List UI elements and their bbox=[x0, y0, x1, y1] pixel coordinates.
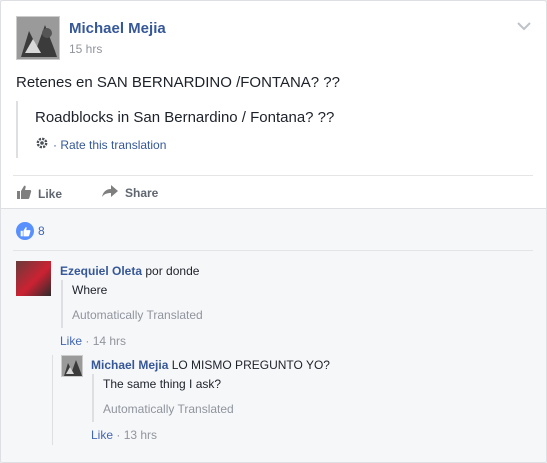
post-actions: Like Share bbox=[13, 175, 533, 208]
reply-avatar[interactable] bbox=[61, 355, 83, 377]
reply-time[interactable]: · 13 hrs bbox=[116, 428, 157, 442]
comment-author[interactable]: Ezequiel Oleta bbox=[60, 264, 142, 278]
like-label: Like bbox=[38, 186, 63, 201]
divider bbox=[13, 250, 533, 251]
comment-meta: Like · 14 hrs bbox=[60, 334, 126, 348]
share-label: Share bbox=[125, 185, 159, 200]
like-button[interactable]: Like bbox=[16, 184, 62, 203]
author-name[interactable]: Michael Mejia bbox=[69, 20, 166, 37]
gear-icon bbox=[35, 136, 49, 153]
reply-like-link[interactable]: Like bbox=[91, 428, 113, 442]
comment-header: Ezequiel Oleta por donde bbox=[60, 264, 199, 278]
translation-block: Roadblocks in San Bernardino / Fontana? … bbox=[16, 101, 516, 158]
reply-author[interactable]: Michael Mejia bbox=[91, 358, 168, 372]
commenter-avatar[interactable] bbox=[16, 261, 51, 296]
comment-like-link[interactable]: Like bbox=[60, 334, 82, 348]
comment-translation-block: Where Automatically Translated bbox=[61, 280, 221, 328]
reaction-summary[interactable]: 8 bbox=[16, 222, 45, 240]
translated-text: Roadblocks in San Bernardino / Fontana? … bbox=[35, 109, 335, 126]
rate-translation-label: · Rate this translation bbox=[53, 137, 167, 152]
share-button[interactable]: Share bbox=[101, 184, 158, 201]
comment-text: por donde bbox=[145, 264, 200, 278]
comments-area: 8 Ezequiel Oleta por donde Where Automat… bbox=[1, 208, 546, 462]
reply-meta: Like · 13 hrs bbox=[91, 428, 157, 442]
share-arrow-icon bbox=[101, 184, 119, 201]
post-card: Michael Mejia 15 hrs Retenes en SAN BERN… bbox=[0, 0, 547, 463]
reaction-count: 8 bbox=[38, 224, 45, 238]
auto-translated-label: Automatically Translated bbox=[72, 308, 203, 322]
reply-translation-block: The same thing I ask? Automatically Tran… bbox=[92, 374, 272, 422]
reply-text: LO MISMO PREGUNTO YO? bbox=[171, 358, 330, 372]
comment-translation: Where bbox=[72, 283, 108, 297]
reply-auto-translated-label: Automatically Translated bbox=[103, 402, 234, 416]
post-text: Retenes en SAN BERNARDINO /FONTANA? ?? bbox=[16, 74, 340, 91]
like-reaction-icon bbox=[16, 222, 34, 240]
post-timestamp[interactable]: 15 hrs bbox=[69, 42, 102, 56]
author-avatar[interactable] bbox=[16, 16, 60, 60]
reply-header: Michael Mejia LO MISMO PREGUNTO YO? bbox=[91, 358, 330, 372]
comment-time[interactable]: · 14 hrs bbox=[85, 334, 126, 348]
thumbs-up-icon bbox=[16, 184, 32, 203]
reply-translation: The same thing I ask? bbox=[103, 377, 222, 391]
rate-translation-link[interactable]: · Rate this translation bbox=[35, 136, 166, 153]
reply-rail bbox=[52, 355, 53, 445]
chevron-down-icon[interactable] bbox=[516, 19, 532, 31]
